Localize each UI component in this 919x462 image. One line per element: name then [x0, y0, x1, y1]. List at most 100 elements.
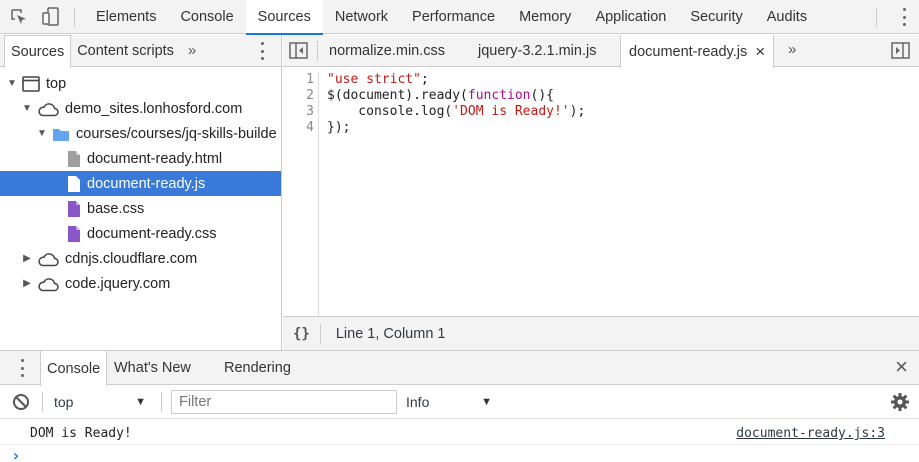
editor-tab-jquery[interactable]: jquery-3.2.1.min.js: [478, 35, 596, 67]
keyword-token: function: [467, 88, 531, 103]
tree-item[interactable]: base.css: [0, 196, 281, 221]
toolbar-divider: [74, 7, 75, 27]
tab-divider: [317, 41, 318, 61]
code-area[interactable]: 1234 "use strict"; $(document).ready(func…: [283, 68, 919, 316]
expand-triangle-icon[interactable]: ▼: [21, 103, 33, 114]
filter-divider: [42, 392, 43, 412]
drawer-menu-icon[interactable]: [17, 359, 27, 377]
log-level-selector[interactable]: Info ▼: [396, 385, 502, 418]
editor-status-bar: {} Line 1, Column 1: [283, 316, 919, 350]
filter-divider: [161, 392, 162, 412]
console-filter-input[interactable]: [171, 390, 397, 414]
code-line: });: [327, 120, 585, 136]
navigator-tabs: Sources Content scripts »: [0, 34, 281, 68]
tree-item[interactable]: ▶ cdnjs.cloudflare.com: [0, 246, 281, 271]
editor-tab-document-ready-js[interactable]: document-ready.js ×: [620, 35, 775, 68]
more-tabs-chevron-icon[interactable]: »: [180, 42, 204, 59]
tree-item[interactable]: ▶ code.jquery.com: [0, 271, 281, 296]
drawer-tab-console[interactable]: Console: [40, 351, 108, 386]
console-prompt-icon[interactable]: ›: [11, 446, 21, 462]
tab-network[interactable]: Network: [323, 0, 400, 34]
tab-memory[interactable]: Memory: [507, 0, 583, 34]
tree-item[interactable]: ▼ courses/courses/jq-skills-builde: [0, 121, 281, 146]
toggle-debugger-icon[interactable]: [891, 42, 911, 63]
toggle-navigator-icon[interactable]: [289, 42, 309, 63]
devtools-toolbar: Elements Console Sources Network Performance…: [0, 0, 919, 35]
collapse-triangle-icon[interactable]: ▶: [21, 253, 33, 264]
drawer-tabs: Console What's New Rendering ×: [0, 351, 919, 386]
tab-content-scripts[interactable]: Content scripts: [71, 35, 180, 67]
console-settings-gear-icon[interactable]: [890, 392, 910, 415]
main-panel-tabs: Elements Console Sources Network Performance…: [84, 0, 819, 35]
editor-tabs: normalize.min.css jquery-3.2.1.min.js do…: [283, 35, 919, 68]
tree-item-label: top: [46, 75, 67, 92]
status-divider: [319, 323, 321, 344]
drawer-tab-rendering[interactable]: Rendering: [224, 351, 291, 385]
tree-item-label: cdnjs.cloudflare.com: [65, 250, 198, 267]
expand-triangle-icon[interactable]: ▼: [6, 78, 18, 89]
inspect-element-icon[interactable]: [6, 4, 32, 30]
tree-item-label: courses/courses/jq-skills-builde: [76, 125, 277, 142]
line-number[interactable]: 1: [283, 72, 314, 88]
code-token: console.log(: [327, 104, 453, 119]
frame-icon: [22, 75, 40, 92]
cursor-position: Line 1, Column 1: [335, 325, 446, 342]
tab-elements[interactable]: Elements: [84, 0, 168, 34]
tree-item[interactable]: ▼ top: [0, 71, 281, 96]
cloud-icon: [37, 276, 59, 292]
tree-item[interactable]: document-ready.html: [0, 146, 281, 171]
tree-item-label: document-ready.html: [87, 150, 223, 167]
editor-tab-label: document-ready.js: [629, 43, 748, 60]
tree-item[interactable]: document-ready.js: [0, 171, 281, 196]
console-filter-bar: top ▼ Info ▼: [0, 385, 919, 419]
tree-item-label: code.jquery.com: [65, 275, 171, 292]
tab-sources[interactable]: Sources: [245, 0, 323, 35]
close-drawer-icon[interactable]: ×: [895, 354, 908, 380]
tree-item[interactable]: document-ready.css: [0, 221, 281, 246]
console-message-row: DOM is Ready! document-ready.js:3: [0, 419, 919, 445]
tab-application[interactable]: Application: [583, 0, 678, 34]
tab-console[interactable]: Console: [168, 0, 245, 34]
expand-triangle-icon[interactable]: ▼: [36, 128, 48, 139]
navigator-menu-icon[interactable]: [257, 42, 267, 60]
line-number-gutter: 1234: [283, 72, 319, 316]
context-selector[interactable]: top ▼: [44, 385, 156, 418]
code-token: ;: [420, 72, 429, 87]
clear-console-icon[interactable]: [12, 393, 30, 414]
console-message-source-link[interactable]: document-ready.js:3: [736, 426, 885, 441]
line-number[interactable]: 4: [283, 120, 314, 136]
tree-item-label: document-ready.js: [87, 175, 206, 192]
console-messages: DOM is Ready! document-ready.js:3 ›: [0, 419, 919, 462]
file-css-icon: [67, 225, 81, 243]
code-content[interactable]: "use strict"; $(document).ready(function(…: [327, 72, 585, 136]
close-tab-icon[interactable]: ×: [755, 42, 765, 62]
customize-menu-icon[interactable]: [899, 8, 909, 26]
code-line: console.log('DOM is Ready!');: [327, 104, 585, 120]
line-number[interactable]: 3: [283, 104, 314, 120]
editor-tab-normalize[interactable]: normalize.min.css: [329, 35, 445, 67]
tab-security[interactable]: Security: [678, 0, 754, 34]
code-token: });: [327, 120, 351, 135]
tab-sources[interactable]: Sources: [4, 34, 72, 68]
drawer-tab-whats-new[interactable]: What's New: [114, 351, 191, 385]
device-toolbar-icon[interactable]: [38, 4, 64, 30]
sources-navigator: Sources Content scripts » ▼ top ▼ demo_site…: [0, 34, 282, 350]
log-level-value: Info: [406, 393, 430, 410]
file-js-icon: [67, 175, 81, 193]
code-line: $(document).ready(function(){: [327, 88, 585, 104]
tab-audits[interactable]: Audits: [755, 0, 819, 34]
more-editor-tabs-chevron-icon[interactable]: »: [780, 41, 804, 58]
tree-item[interactable]: ▼ demo_sites.lonhosford.com: [0, 96, 281, 121]
console-message-text: DOM is Ready!: [30, 426, 132, 441]
line-number[interactable]: 2: [283, 88, 314, 104]
console-drawer: Console What's New Rendering × top ▼ Inf…: [0, 350, 919, 462]
cloud-icon: [37, 251, 59, 267]
code-line: "use strict";: [327, 72, 585, 88]
pretty-print-icon[interactable]: {}: [293, 326, 310, 342]
string-token: 'DOM is Ready!': [452, 104, 570, 119]
cloud-icon: [37, 101, 59, 117]
tab-performance[interactable]: Performance: [400, 0, 507, 34]
context-value: top: [54, 393, 74, 410]
tree-item-label: demo_sites.lonhosford.com: [65, 100, 243, 117]
collapse-triangle-icon[interactable]: ▶: [21, 278, 33, 289]
